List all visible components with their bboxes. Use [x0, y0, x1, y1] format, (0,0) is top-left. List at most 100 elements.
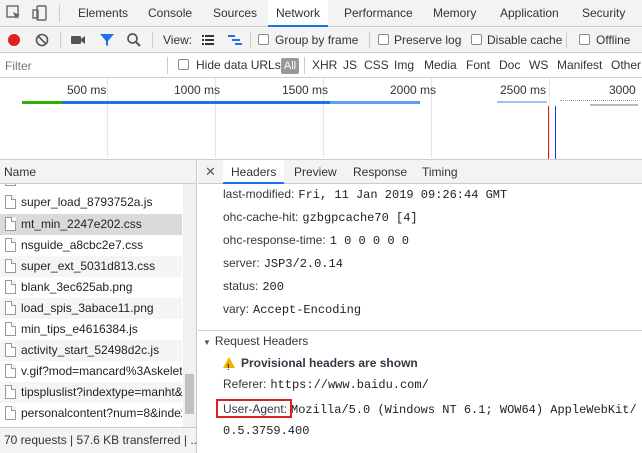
- file-icon: [5, 238, 16, 252]
- device-toolbar-icon[interactable]: [31, 4, 49, 22]
- preserve-log-checkbox[interactable]: [378, 34, 389, 45]
- filter-xhr[interactable]: XHR: [312, 53, 337, 78]
- file-name: v.gif?mod=mancard%3Askeleto: [21, 364, 182, 378]
- tab-network[interactable]: Network: [268, 0, 329, 27]
- hide-data-urls-checkbox[interactable]: [178, 59, 189, 70]
- disable-cache-checkbox[interactable]: [471, 34, 482, 45]
- header-value: 0.5.3759.400: [223, 424, 310, 438]
- header-row-continuation: 0.5.3759.400: [223, 420, 309, 440]
- tab-memory[interactable]: Memory: [425, 0, 484, 26]
- filter-js[interactable]: JS: [343, 53, 357, 78]
- tab-elements[interactable]: Elements: [70, 0, 136, 26]
- filter-input[interactable]: [2, 56, 162, 75]
- file-icon: [5, 406, 16, 420]
- group-by-frame-checkbox[interactable]: [258, 34, 269, 45]
- dom-content-loaded-line: [555, 106, 556, 159]
- header-row: ohc-cache-hit: gzbgpcache70 [4]: [223, 207, 418, 227]
- offline-checkbox[interactable]: [579, 34, 590, 45]
- close-icon[interactable]: ✕: [205, 160, 216, 184]
- tab-performance[interactable]: Performance: [336, 0, 421, 26]
- tick-label: 1000 ms: [174, 83, 221, 97]
- header-value: 1 0 0 0 0 0: [329, 234, 409, 248]
- request-bar: [22, 101, 62, 104]
- list-item[interactable]: activity_start_52498d2c.js: [0, 340, 182, 361]
- list-item[interactable]: nsguide_a8cbc2e7.css: [0, 235, 182, 256]
- filter-ws[interactable]: WS: [529, 53, 548, 78]
- disable-cache-label: Disable cache: [487, 33, 563, 47]
- preserve-log-label: Preserve log: [394, 33, 462, 47]
- filter-manifest[interactable]: Manifest: [557, 53, 602, 78]
- tick-label: 3000: [609, 83, 636, 97]
- header-row: server: JSP3/2.0.14: [223, 253, 343, 273]
- request-list: super_load_8793752a.js mt_min_2247e202.c…: [0, 184, 197, 427]
- file-name: activity_start_52498d2c.js: [21, 343, 160, 357]
- scrollbar-thumb[interactable]: [185, 374, 194, 414]
- inspect-element-icon[interactable]: [5, 4, 23, 22]
- divider: [59, 5, 60, 22]
- filter-font[interactable]: Font: [466, 53, 490, 78]
- list-scrollbar[interactable]: [183, 184, 196, 427]
- name-header-label: Name: [4, 165, 37, 179]
- timeline-overview[interactable]: 500 ms 1000 ms 1500 ms 2000 ms 2500 ms 3…: [0, 78, 642, 160]
- tab-preview[interactable]: Preview: [286, 160, 345, 184]
- request-bar: [590, 104, 638, 106]
- header-key: server:: [223, 256, 260, 270]
- file-name: super_ext_5031d813.css: [21, 259, 156, 273]
- tab-headers[interactable]: Headers: [223, 160, 285, 184]
- divider: [304, 57, 305, 74]
- group-by-frame-label: Group by frame: [275, 33, 359, 47]
- request-bar: [497, 101, 547, 103]
- file-name: tipspluslist?indextype=manht&: [21, 385, 182, 399]
- file-icon: [5, 184, 16, 186]
- list-item[interactable]: super_ext_5031d813.css: [0, 256, 182, 277]
- file-name: nsguide_a8cbc2e7.css: [21, 238, 144, 252]
- list-item[interactable]: blank_3ec625ab.png: [0, 277, 182, 298]
- list-item-selected[interactable]: mt_min_2247e202.css: [0, 214, 182, 235]
- clear-icon[interactable]: [33, 31, 51, 49]
- request-bar: [330, 101, 420, 104]
- header-key: status:: [223, 279, 259, 293]
- load-event-line: [548, 106, 549, 159]
- filter-css[interactable]: CSS: [364, 53, 389, 78]
- list-item[interactable]: personalcontent?num=8&index: [0, 403, 182, 424]
- file-icon: [5, 280, 16, 294]
- header-value: https://www.baidu.com/: [270, 378, 429, 392]
- header-value: 200: [262, 280, 284, 294]
- tab-console[interactable]: Console: [140, 0, 200, 26]
- filter-other[interactable]: Other: [611, 53, 641, 78]
- name-column-header[interactable]: Name: [0, 160, 197, 184]
- divider: [369, 32, 370, 48]
- filter-media[interactable]: Media: [424, 53, 457, 78]
- tab-security[interactable]: Security: [574, 0, 633, 26]
- filter-all-button[interactable]: All: [281, 58, 299, 74]
- highlight-box: [216, 399, 292, 418]
- header-row: last-modified: Fri, 11 Jan 2019 09:26:44 …: [223, 184, 507, 204]
- tick-label: 2000 ms: [390, 83, 437, 97]
- list-item[interactable]: [0, 184, 182, 190]
- list-item[interactable]: v.gif?mod=mancard%3Askeleto: [0, 361, 182, 382]
- request-bar: [560, 100, 638, 102]
- divider: [566, 32, 567, 48]
- list-item[interactable]: tipspluslist?indextype=manht&: [0, 382, 182, 403]
- request-headers-section-toggle[interactable]: ▼ Request Headers: [203, 331, 308, 351]
- filter-doc[interactable]: Doc: [499, 53, 520, 78]
- waterfall-icon[interactable]: [226, 31, 244, 49]
- header-value: Accept-Encoding: [253, 303, 362, 317]
- tab-application[interactable]: Application: [492, 0, 567, 26]
- record-icon[interactable]: [5, 31, 23, 49]
- file-name: personalcontent?num=8&index: [21, 406, 182, 420]
- filter-img[interactable]: Img: [394, 53, 414, 78]
- search-icon[interactable]: [125, 31, 143, 49]
- tab-response[interactable]: Response: [345, 160, 415, 184]
- filter-icon[interactable]: [98, 31, 116, 49]
- header-value: Fri, 11 Jan 2019 09:26:44 GMT: [298, 188, 508, 202]
- video-camera-icon[interactable]: [69, 31, 87, 49]
- tab-timing[interactable]: Timing: [414, 160, 466, 184]
- large-rows-icon[interactable]: [199, 31, 217, 49]
- list-item[interactable]: super_load_8793752a.js: [0, 192, 182, 213]
- file-icon: [5, 259, 16, 273]
- divider: [60, 32, 61, 48]
- list-item[interactable]: load_spis_3abace11.png: [0, 298, 182, 319]
- tab-sources[interactable]: Sources: [205, 0, 265, 26]
- list-item[interactable]: min_tips_e4616384.js: [0, 319, 182, 340]
